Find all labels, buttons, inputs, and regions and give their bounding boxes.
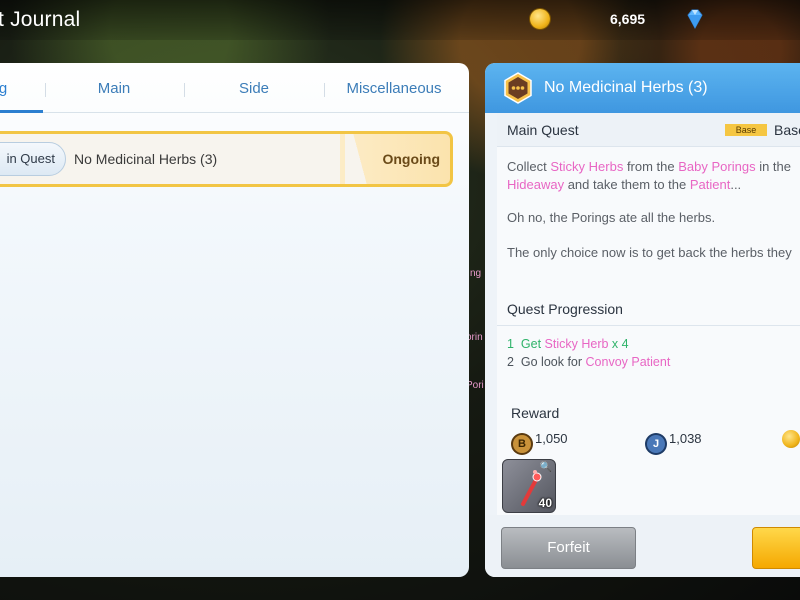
tab-divider	[184, 83, 185, 97]
tab-ongoing[interactable]: g	[0, 80, 10, 97]
window-title: t Journal	[0, 8, 81, 31]
reward-label: Reward	[511, 405, 560, 421]
active-tab-indicator	[0, 110, 43, 113]
magnify-icon: 🔍	[539, 462, 552, 473]
base-tag: Base	[725, 124, 767, 136]
quest-category-header: Main Quest Base Base	[497, 113, 800, 147]
quest-description-line: Collect Sticky Herbs from the Baby Porin…	[507, 159, 791, 174]
base-exp-reward: B 1,050	[513, 431, 568, 453]
progress-step: 2 Go look for Convoy Patient	[507, 355, 671, 369]
quest-name: No Medicinal Herbs (3)	[74, 151, 218, 167]
progression-label: Quest Progression	[507, 301, 623, 317]
progress-step: 1 Get Sticky Herb x 4	[507, 337, 629, 351]
base-label: Base	[774, 122, 800, 138]
quest-chat-icon	[504, 72, 532, 104]
detail-title: No Medicinal Herbs (3)	[544, 79, 708, 96]
status-divider	[345, 134, 375, 184]
zeny-reward-icon	[782, 430, 800, 448]
tab-divider	[324, 83, 325, 97]
quest-category: Main Quest	[507, 122, 579, 138]
world-label: ng	[470, 268, 482, 279]
detail-footer: Forfeit	[485, 515, 800, 577]
tab-side[interactable]: Side	[204, 80, 304, 97]
job-exp-icon: J	[647, 435, 665, 453]
tab-miscellaneous[interactable]: Miscellaneous	[334, 80, 454, 97]
quest-status: Ongoing	[382, 151, 440, 167]
diamond-icon[interactable]	[684, 8, 706, 30]
quest-detail-panel: No Medicinal Herbs (3) Main Quest Base B…	[485, 63, 800, 577]
zeny-coin-icon	[530, 9, 550, 29]
detail-body[interactable]: Main Quest Base Base Collect Sticky Herb…	[497, 113, 800, 515]
quest-list-panel: g Main Side Miscellaneous in Quest No Me…	[0, 63, 469, 577]
base-exp-icon: B	[513, 435, 531, 453]
detail-header: No Medicinal Herbs (3)	[485, 63, 800, 113]
tab-divider	[45, 83, 46, 97]
quest-list-item[interactable]: in Quest No Medicinal Herbs (3) Ongoing	[0, 131, 453, 187]
coin-value: 6,695	[610, 11, 646, 27]
progression-header: Quest Progression	[497, 292, 800, 326]
item-count: 40	[538, 496, 552, 510]
job-exp-reward: J 1,038	[647, 431, 702, 453]
top-bar: t Journal 6,695	[0, 0, 800, 40]
quest-type-badge: in Quest	[0, 142, 66, 176]
reward-item-slot[interactable]: 🔍 40	[502, 459, 556, 513]
quest-description-line: Hideaway and take them to the Patient...	[507, 177, 742, 192]
forfeit-button[interactable]: Forfeit	[501, 527, 636, 569]
action-button[interactable]	[752, 527, 800, 569]
quest-description-line: The only choice now is to get back the h…	[507, 245, 792, 260]
tab-main[interactable]: Main	[64, 80, 164, 97]
quest-tabs: g Main Side Miscellaneous	[0, 63, 469, 113]
quest-description-line: Oh no, the Porings ate all the herbs.	[507, 210, 716, 225]
